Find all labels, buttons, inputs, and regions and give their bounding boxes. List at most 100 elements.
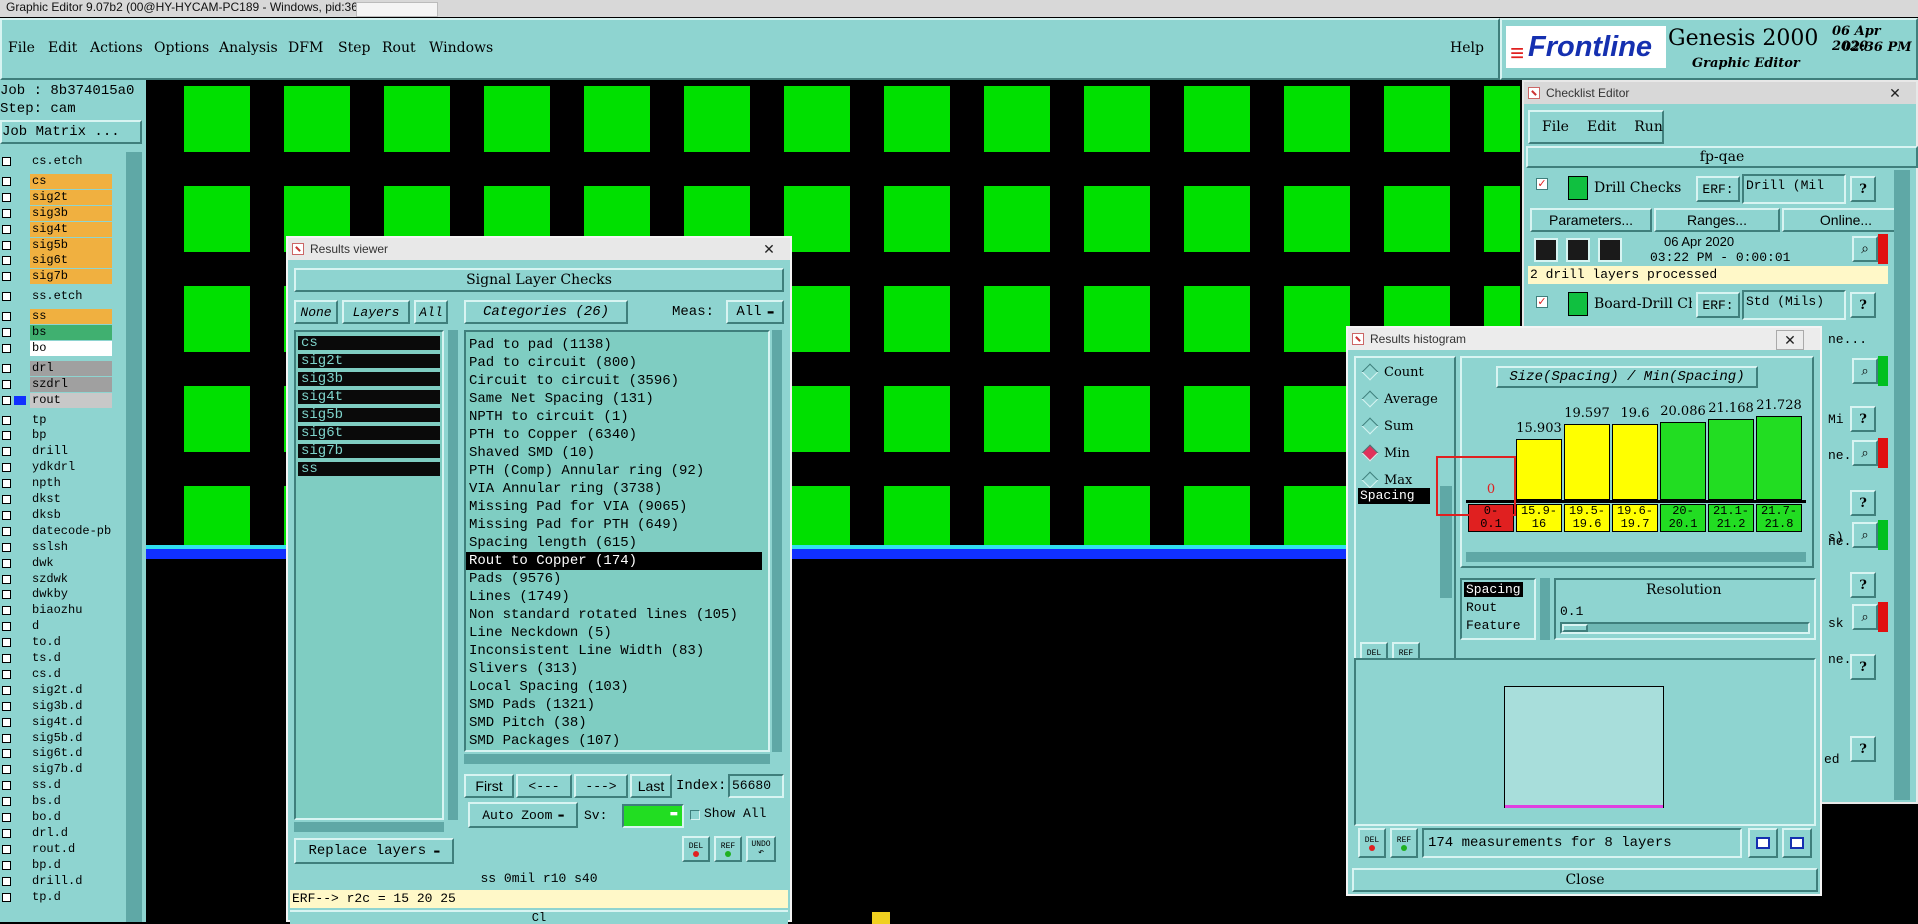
ref-button[interactable]: REF — [714, 836, 742, 862]
layer-checkbox[interactable] — [2, 510, 11, 520]
histogram-attr-item[interactable]: Spacing — [1464, 582, 1523, 597]
histogram-bin-label[interactable]: 21.7- 21.8 — [1756, 504, 1802, 532]
category-item[interactable]: Missing Pad for VIA (9065) — [466, 498, 762, 516]
layer-row[interactable]: sig7b.d — [0, 762, 115, 778]
layer-row[interactable]: bp — [0, 428, 115, 444]
category-item[interactable]: Missing Pad for PTH (649) — [466, 516, 762, 534]
layer-checkbox[interactable] — [2, 813, 11, 822]
layer-checkbox[interactable] — [2, 479, 11, 489]
layer-name[interactable]: tp — [30, 412, 112, 428]
layer-list-item[interactable]: sig6t — [298, 426, 440, 440]
layer-name[interactable]: cs — [30, 173, 112, 189]
histogram-option-min[interactable]: Min — [1361, 443, 1410, 463]
resolution-slider-thumb[interactable] — [1562, 624, 1588, 632]
layer-checkbox[interactable] — [2, 431, 11, 441]
layer-row[interactable]: drill.d — [0, 873, 115, 889]
index-field[interactable]: 56680 — [728, 774, 784, 798]
ranges-button[interactable]: Ranges... — [1654, 208, 1780, 232]
layer-checkbox[interactable] — [2, 208, 11, 218]
histogram-bar[interactable] — [1564, 424, 1610, 500]
zoom-button[interactable]: ⌕ — [1852, 604, 1878, 630]
layer-checkbox[interactable] — [2, 669, 11, 679]
undo-button[interactable]: UNDO ↶ — [746, 836, 776, 862]
layer-checkbox[interactable] — [2, 638, 11, 648]
layer-row[interactable]: drill — [0, 444, 115, 460]
menu-options[interactable]: Options — [154, 40, 209, 56]
layer-name[interactable]: tp.d — [30, 889, 112, 905]
layer-name[interactable]: rout.d — [30, 841, 112, 857]
histogram-bar[interactable] — [1660, 422, 1706, 500]
histogram-hscroll[interactable] — [1466, 552, 1806, 562]
layer-checkbox[interactable] — [2, 379, 11, 389]
layer-name[interactable]: bs.d — [30, 794, 112, 810]
layer-name[interactable]: ss.etch — [30, 289, 112, 305]
histogram-close-button[interactable]: ✕ — [1776, 330, 1804, 350]
menu-help[interactable]: Help — [1450, 40, 1484, 56]
layer-row[interactable]: to.d — [0, 635, 115, 651]
layer-name[interactable]: ts.d — [30, 651, 112, 666]
layers-label-button[interactable]: Layers — [342, 300, 410, 324]
layer-list-item[interactable]: sig2t — [298, 354, 440, 368]
layer-row[interactable]: npth — [0, 476, 115, 492]
layer-checkbox[interactable] — [2, 654, 11, 663]
histogram-option-sum[interactable]: Sum — [1361, 416, 1414, 436]
help-button[interactable]: ? — [1850, 736, 1876, 762]
layer-checkbox[interactable] — [2, 892, 11, 902]
layer-name[interactable]: dwkby — [30, 587, 112, 603]
histogram-bin-label[interactable]: 20- 20.1 — [1660, 504, 1706, 532]
category-item[interactable]: Inconsistent Line Width (83) — [466, 642, 762, 660]
layer-name[interactable]: sig7b — [30, 269, 112, 285]
checklist-menu-edit[interactable]: Edit — [1587, 119, 1616, 135]
layer-name[interactable]: sig4t.d — [30, 714, 112, 730]
run-check-icon-2[interactable] — [1566, 238, 1590, 262]
help-button[interactable]: ? — [1850, 490, 1876, 516]
select-none-button[interactable]: None — [294, 300, 338, 324]
next-button[interactable]: ---> — [574, 774, 628, 798]
layer-row[interactable]: rout — [0, 392, 115, 408]
layer-name[interactable]: sig2t — [30, 189, 112, 205]
menu-dfm[interactable]: DFM — [288, 40, 323, 56]
import-icon-button[interactable] — [1782, 828, 1812, 858]
layer-checkbox[interactable] — [2, 292, 11, 302]
layer-row[interactable]: ss.etch — [0, 289, 115, 305]
histogram-attr-item[interactable]: Rout — [1464, 600, 1499, 615]
menu-step[interactable]: Step — [338, 40, 370, 56]
layer-name[interactable]: d — [30, 619, 112, 635]
layer-checkbox[interactable] — [2, 328, 11, 337]
layer-name[interactable]: szdrl — [30, 376, 112, 392]
show-all-checkbox[interactable] — [690, 810, 700, 820]
layer-checkbox[interactable] — [2, 828, 11, 838]
histogram-attr-list-scroll[interactable] — [1540, 578, 1550, 640]
layer-row[interactable]: ss — [0, 309, 115, 325]
histogram-bar[interactable] — [1708, 419, 1754, 500]
category-item[interactable]: Slivers (313) — [466, 660, 762, 678]
layer-row[interactable]: sig4t — [0, 221, 115, 237]
layer-checkbox[interactable] — [2, 876, 11, 886]
layer-name[interactable]: szdwk — [30, 571, 112, 587]
check2-enable-checkbox[interactable]: ✓ — [1536, 296, 1548, 308]
layer-name[interactable]: sig7b.d — [30, 762, 112, 778]
category-item[interactable]: Non standard rotated lines (105) — [466, 606, 762, 624]
layer-row[interactable]: sig3b.d — [0, 698, 115, 714]
layer-checkbox[interactable] — [2, 240, 11, 250]
categories-list-vscroll[interactable] — [772, 330, 782, 752]
category-item[interactable]: Local Spacing (103) — [466, 678, 762, 696]
help-button[interactable]: ? — [1850, 406, 1876, 432]
layer-name[interactable]: sig2t.d — [30, 682, 112, 698]
layer-name[interactable]: sig3b — [30, 205, 112, 221]
check2-name[interactable]: Board-Drill Che — [1594, 296, 1692, 312]
checklist-menu-file[interactable]: File — [1542, 119, 1569, 135]
histogram-bin-label[interactable]: 19.5- 19.6 — [1564, 504, 1610, 532]
layer-name[interactable]: sig4t — [30, 221, 112, 237]
layer-row[interactable]: ts.d — [0, 651, 115, 666]
layer-name[interactable]: rout — [30, 392, 112, 408]
layer-checkbox[interactable] — [2, 542, 11, 552]
layer-row[interactable]: szdrl — [0, 376, 115, 392]
layer-row[interactable]: sig2t.d — [0, 682, 115, 698]
layer-row[interactable]: sig6t.d — [0, 746, 115, 762]
layer-row[interactable]: dwk — [0, 555, 115, 571]
layer-name[interactable]: bp.d — [30, 857, 112, 873]
layer-checkbox[interactable] — [2, 395, 11, 405]
layer-row[interactable]: d — [0, 619, 115, 635]
layer-row[interactable]: cs — [0, 173, 115, 189]
